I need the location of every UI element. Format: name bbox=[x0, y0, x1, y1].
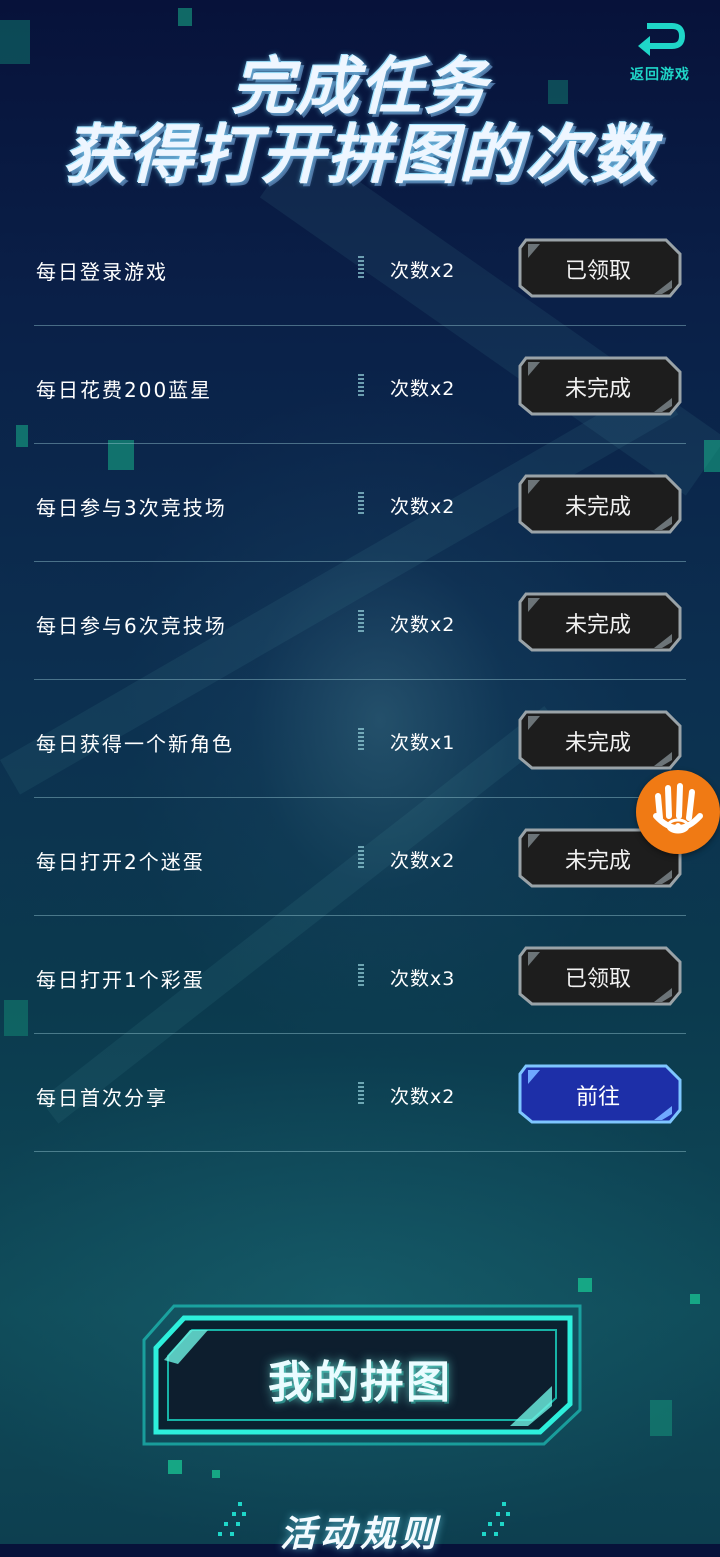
task-reward-count: 次数x2 bbox=[390, 378, 456, 400]
page-title-line2: 获得打开拼图的次数 bbox=[63, 119, 657, 193]
task-incomplete-button[interactable]: 未完成 bbox=[516, 354, 684, 418]
task-row: 每日获得一个新角色 次数x1 未完成 bbox=[34, 680, 686, 798]
task-name: 每日打开1个彩蛋 bbox=[36, 968, 205, 992]
hand-eye-icon bbox=[653, 783, 703, 834]
task-reward-count: 次数x1 bbox=[390, 732, 456, 754]
back-to-game-label: 返回游戏 bbox=[630, 67, 690, 83]
task-claimed-button[interactable]: 已领取 bbox=[516, 944, 684, 1008]
back-to-game-button[interactable]: 返回游戏 bbox=[618, 18, 702, 88]
header: 完成任务 获得打开拼图的次数 返回游戏 bbox=[0, 0, 720, 200]
task-reward-count: 次数x2 bbox=[390, 496, 456, 518]
row-divider bbox=[358, 492, 364, 516]
row-divider bbox=[358, 1082, 364, 1106]
task-row: 每日花费200蓝星 次数x2 未完成 bbox=[34, 326, 686, 444]
task-row: 每日打开2个迷蛋 次数x2 未完成 bbox=[34, 798, 686, 916]
task-go-button[interactable]: 前往 bbox=[516, 1062, 684, 1126]
task-name: 每日打开2个迷蛋 bbox=[36, 850, 205, 874]
task-claimed-button[interactable]: 已领取 bbox=[516, 236, 684, 300]
task-row: 每日参与6次竞技场 次数x2 未完成 bbox=[34, 562, 686, 680]
task-name: 每日登录游戏 bbox=[36, 260, 168, 284]
task-reward-count: 次数x2 bbox=[390, 614, 456, 636]
task-row: 每日参与3次竞技场 次数x2 未完成 bbox=[34, 444, 686, 562]
task-list: 每日登录游戏 次数x2 已领取 每日花费200蓝星 次数x2 未完成 每日参与3… bbox=[34, 208, 686, 1152]
task-name: 每日参与3次竞技场 bbox=[36, 496, 227, 520]
row-divider bbox=[358, 374, 364, 398]
row-divider bbox=[358, 964, 364, 988]
task-name: 每日获得一个新角色 bbox=[36, 732, 234, 756]
task-reward-count: 次数x2 bbox=[390, 1086, 456, 1108]
task-incomplete-button[interactable]: 未完成 bbox=[516, 708, 684, 772]
task-button-label: 未完成 bbox=[564, 495, 631, 520]
task-name: 每日花费200蓝星 bbox=[36, 378, 213, 402]
row-divider bbox=[358, 728, 364, 752]
task-reward-count: 次数x2 bbox=[390, 850, 456, 872]
task-reward-count: 次数x2 bbox=[390, 260, 456, 282]
dots-decoration-right bbox=[482, 1502, 510, 1536]
my-puzzle-button[interactable]: 我的拼图 bbox=[134, 1300, 586, 1450]
task-button-label: 已领取 bbox=[564, 259, 631, 284]
task-name: 每日参与6次竞技场 bbox=[36, 614, 227, 638]
row-divider bbox=[358, 610, 364, 634]
return-arrow-icon bbox=[638, 23, 686, 56]
row-divider bbox=[358, 256, 364, 280]
task-row: 每日登录游戏 次数x2 已领取 bbox=[34, 208, 686, 326]
task-button-label: 已领取 bbox=[564, 967, 631, 992]
task-reward-count: 次数x3 bbox=[390, 968, 456, 990]
task-button-label: 前往 bbox=[575, 1085, 620, 1110]
task-row: 每日首次分享 次数x2 前往 bbox=[34, 1034, 686, 1152]
row-divider bbox=[358, 846, 364, 870]
task-row: 每日打开1个彩蛋 次数x3 已领取 bbox=[34, 916, 686, 1034]
task-name: 每日首次分享 bbox=[36, 1086, 168, 1110]
task-button-label: 未完成 bbox=[564, 613, 631, 638]
task-button-label: 未完成 bbox=[564, 377, 631, 402]
my-puzzle-label: 我的拼图 bbox=[268, 1357, 452, 1408]
task-incomplete-button[interactable]: 未完成 bbox=[516, 472, 684, 536]
task-incomplete-button[interactable]: 未完成 bbox=[516, 590, 684, 654]
floating-assistant-button[interactable] bbox=[636, 770, 720, 854]
task-button-label: 未完成 bbox=[564, 731, 631, 756]
rules-title: 活动规则 bbox=[279, 1514, 440, 1555]
